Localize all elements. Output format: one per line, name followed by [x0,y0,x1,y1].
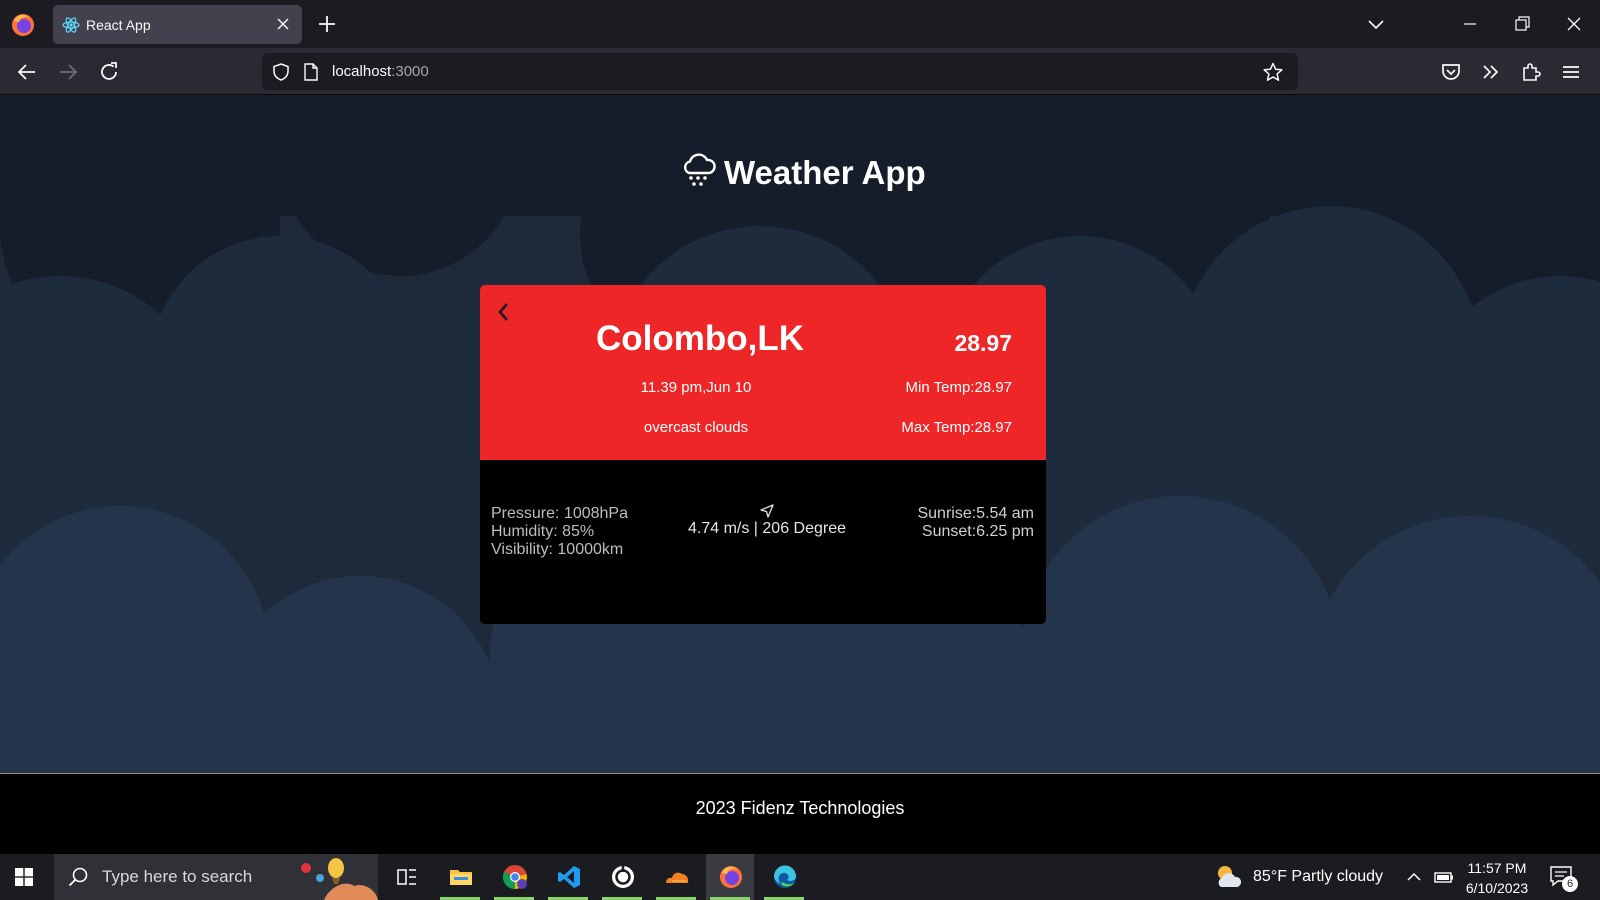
browser-navigation-bar: localhost:3000 [0,48,1600,95]
pocket-icon[interactable] [1439,60,1463,84]
address-bar[interactable]: localhost:3000 [262,53,1298,90]
browser-tab-react-app[interactable]: React App [53,5,302,44]
list-all-tabs-chevron-icon[interactable] [1366,14,1386,34]
taskbar-edge[interactable] [760,854,808,900]
windows-taskbar: Type here to search 85°F Partly cloudy 1… [0,854,1600,900]
notification-count-badge: 6 [1562,876,1578,892]
taskbar-weather-widget[interactable]: 85°F Partly cloudy [1213,862,1393,892]
window-restore-icon[interactable] [1512,14,1532,34]
page-viewport: Weather App Colombo,LK 11.39 pm,Jun 10 o… [0,96,1600,773]
notification-center-button[interactable]: 6 [1548,864,1578,892]
wind-direction-arrow-icon [760,504,774,518]
city-name: Colombo,LK [596,319,805,358]
sunset-value: Sunset:6.25 pm [921,523,1034,540]
vscode-icon [558,866,580,888]
battery-icon[interactable] [1432,868,1454,886]
taskbar-file-explorer[interactable] [436,854,484,900]
forward-arrow-icon[interactable] [56,60,80,84]
atmosphere-stats: Pressure: 1008hPa Humidity: 85% Visibili… [491,505,628,559]
page-info-icon[interactable] [302,62,320,82]
window-minimize-icon[interactable] [1460,14,1480,34]
weather-description: overcast clouds [643,419,749,436]
hamburger-menu-icon[interactable] [1559,60,1583,84]
clock-time: 11:57 PM [1467,860,1527,876]
current-temperature: 28.97 [954,330,1012,356]
task-view-icon [397,869,416,885]
weather-card: Colombo,LK 11.39 pm,Jun 10 overcast clou… [480,285,1046,624]
max-temperature: Max Temp:28.97 [901,419,1012,436]
date-time: 11.39 pm,Jun 10 [640,379,752,396]
cloud-rain-icon [683,153,716,186]
show-hidden-icons-chevron-icon[interactable] [1406,869,1422,885]
taskbar-firefox[interactable] [706,854,754,900]
back-chevron-icon[interactable] [494,299,514,325]
sunrise-value: Sunrise:5.54 am [917,505,1034,522]
file-explorer-icon [450,870,472,885]
search-icon [68,867,88,887]
clock-date: 6/10/2023 [1465,880,1529,896]
tab-title: React App [86,17,151,33]
firefox-icon [720,866,742,888]
taskbar-app-circle[interactable] [598,854,646,900]
taskbar-chrome[interactable] [490,854,538,900]
close-tab-icon[interactable] [274,15,292,33]
overflow-chevrons-icon[interactable] [1479,60,1503,84]
sun-times: Sunrise:5.54 am Sunset:6.25 pm [917,505,1034,541]
bookmark-star-icon[interactable] [1262,61,1284,83]
taskbar-weather-text: 85°F Partly cloudy [1253,868,1384,885]
wind-value: 4.74 m/s | 206 Degree [687,520,847,537]
weather-card-header: Colombo,LK 11.39 pm,Jun 10 overcast clou… [480,285,1046,460]
min-temperature: Min Temp:28.97 [905,379,1012,396]
app-title: Weather App [724,154,926,191]
partly-cloudy-icon [1218,866,1242,887]
taskbar-clock[interactable]: 11:57 PM 6/10/2023 [1462,858,1532,898]
visibility-value: Visibility: 10000km [491,541,624,558]
edge-icon [773,865,796,888]
firefox-logo-icon[interactable] [10,12,36,38]
page-footer: 2023 Fidenz Technologies [0,773,1600,854]
footer-copyright: 2023 Fidenz Technologies [695,798,905,818]
react-favicon-icon [62,17,80,33]
task-view-button[interactable] [382,854,430,900]
search-highlight-balloons-icon [301,858,378,900]
new-tab-plus-icon[interactable] [316,13,338,35]
url-text: localhost:3000 [332,63,429,80]
tracking-protection-shield-icon[interactable] [271,62,291,82]
reload-icon[interactable] [97,60,121,84]
window-close-icon[interactable] [1564,14,1584,34]
windows-start-icon[interactable] [15,868,33,886]
back-arrow-icon[interactable] [15,60,39,84]
extensions-puzzle-icon[interactable] [1519,60,1543,84]
taskbar-vscode[interactable] [544,854,592,900]
pressure-value: Pressure: 1008hPa [491,505,628,522]
app-header: Weather App [680,151,940,195]
taskbar-cloudflare[interactable] [652,854,700,900]
taskbar-search-box[interactable]: Type here to search [54,854,378,900]
humidity-value: Humidity: 85% [491,523,595,540]
chrome-icon [502,865,527,890]
app-circle-icon [612,866,634,888]
wind-info: 4.74 m/s | 206 Degree [672,504,862,538]
cloudflare-icon [666,872,689,883]
search-placeholder: Type here to search [102,867,253,886]
browser-tab-strip: React App [0,0,1600,48]
